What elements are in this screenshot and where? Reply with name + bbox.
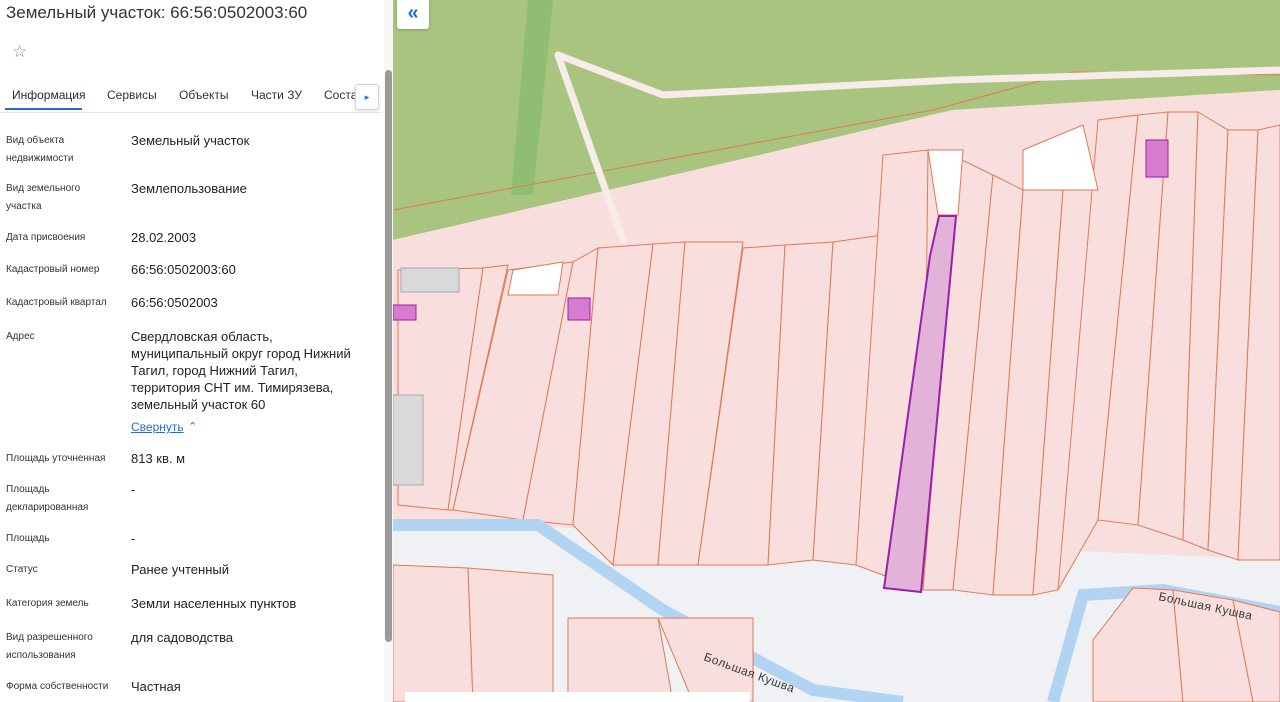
tab-objects[interactable]: Объекты bbox=[179, 88, 229, 102]
address-line: муниципальный округ город Нижний bbox=[131, 346, 351, 361]
label-object-type: Вид объекта недвижимости bbox=[6, 135, 74, 164]
map-overlay-box bbox=[405, 692, 750, 702]
value-permitted-use: для садоводства bbox=[131, 630, 234, 645]
collapse-address-link[interactable]: Свернуть bbox=[131, 420, 184, 434]
address-line: территория СНТ им. Тимирязева, bbox=[131, 380, 334, 395]
map-canvas[interactable]: Большая Кушва Большая Кушва bbox=[393, 0, 1280, 702]
value-land-category: Земли населенных пунктов bbox=[131, 596, 297, 611]
favorite-star-icon[interactable]: ☆ bbox=[12, 42, 27, 62]
panel-scrollbar-thumb[interactable] bbox=[385, 70, 392, 642]
tab-composition[interactable]: Соста bbox=[324, 88, 357, 102]
label-area-refined: Площадь уточненная bbox=[6, 453, 106, 464]
label-cadastral-number: Кадастровый номер bbox=[6, 264, 100, 275]
tab-scroll-right-button[interactable]: ▸ bbox=[355, 84, 379, 110]
building-gray bbox=[400, 267, 460, 293]
label-land-category: Категория земель bbox=[6, 598, 89, 609]
value-assign-date: 28.02.2003 bbox=[131, 230, 197, 245]
value-ownership: Частная bbox=[131, 679, 181, 694]
label-permitted-use: Вид разрешенного использования bbox=[6, 632, 93, 661]
value-area: - bbox=[131, 531, 136, 546]
label-assign-date: Дата присвоения bbox=[6, 232, 86, 243]
tab-services[interactable]: Сервисы bbox=[107, 88, 157, 102]
value-status: Ранее учтенный bbox=[131, 562, 229, 577]
value-land-type: Землепользование bbox=[131, 181, 247, 196]
building-magenta bbox=[1145, 139, 1169, 178]
label-cadastral-quarter: Кадастровый квартал bbox=[6, 297, 107, 308]
building-magenta bbox=[567, 297, 591, 321]
label-address: Адрес bbox=[6, 331, 35, 342]
label-ownership: Форма собственности bbox=[6, 681, 109, 692]
value-area-refined: 813 кв. м bbox=[131, 451, 186, 466]
address-line: Свердловская область, bbox=[131, 329, 273, 344]
tab-information[interactable]: Информация bbox=[12, 88, 85, 102]
info-panel: Земельный участок: 66:56:0502003:60 ☆ Ин… bbox=[0, 0, 393, 702]
label-area: Площадь bbox=[6, 533, 50, 544]
active-tab-indicator bbox=[5, 108, 82, 110]
label-status: Статус bbox=[6, 564, 38, 575]
value-cadastral-quarter: 66:56:0502003 bbox=[131, 295, 218, 310]
label-area-declared: Площадь декларированная bbox=[6, 484, 89, 513]
chevron-up-icon[interactable]: ⌃ bbox=[188, 420, 197, 433]
address-line: земельный участок 60 bbox=[131, 397, 266, 412]
address-line: Тагил, город Нижний Тагил, bbox=[131, 363, 298, 378]
cadastral-map[interactable]: Большая Кушва Большая Кушва bbox=[393, 0, 1280, 702]
value-object-type: Земельный участок bbox=[131, 133, 250, 148]
building-gray bbox=[393, 394, 424, 486]
panel-title: Земельный участок: 66:56:0502003:60 bbox=[6, 3, 308, 22]
tab-bar: Информация Сервисы Объекты Части ЗУ Сост… bbox=[0, 86, 382, 113]
collapse-panel-button[interactable]: « bbox=[397, 0, 429, 29]
value-address: Свердловская область, муниципальный окру… bbox=[131, 328, 371, 413]
label-land-type: Вид земельного участка bbox=[6, 183, 81, 212]
building-magenta bbox=[393, 304, 417, 321]
value-area-declared: - bbox=[131, 482, 136, 497]
value-cadastral-number[interactable]: 66:56:0502003:60 bbox=[131, 261, 371, 278]
tab-parts[interactable]: Части ЗУ bbox=[251, 88, 302, 102]
